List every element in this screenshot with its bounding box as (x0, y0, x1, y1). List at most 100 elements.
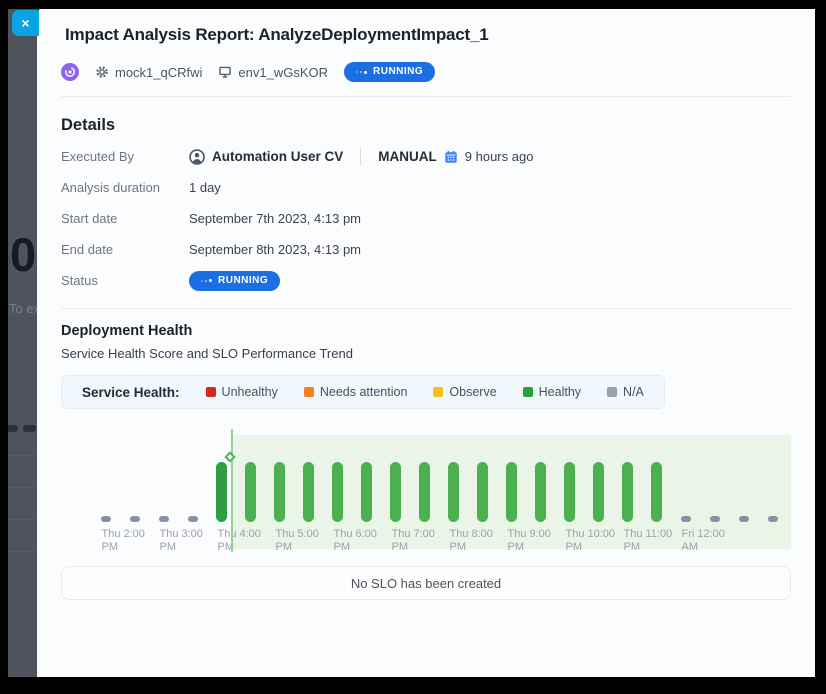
x-axis-label: Fri 12:00AM (682, 528, 725, 554)
impact-analysis-icon (61, 63, 79, 81)
deployment-health-heading: Deployment Health (61, 323, 791, 339)
dimmed-page-backdrop: 0 To expa (8, 9, 37, 677)
detail-label: Executed By (61, 149, 189, 164)
health-bar[interactable] (681, 516, 691, 522)
detail-row-executed-by: Executed By Automation User CV MANUAL 9 … (61, 141, 791, 172)
health-bar[interactable] (245, 462, 256, 522)
x-axis-label: Thu 9:00PM (508, 528, 551, 554)
background-count-text: 0 (10, 227, 35, 282)
slo-empty-state: No SLO has been created (61, 566, 791, 600)
environment-name: env1_wGsKOR (238, 65, 328, 80)
background-chart-stub (23, 425, 36, 432)
deployment-marker-line (231, 429, 233, 552)
status-badge-label: RUNNING (218, 276, 268, 286)
health-bar[interactable] (564, 462, 575, 522)
service-chip: mock1_qCRfwi (95, 65, 202, 80)
x-axis-label: Thu 7:00PM (392, 528, 435, 554)
x-axis-label: Thu 2:00PM (102, 528, 145, 554)
legend-swatch (523, 387, 533, 397)
health-bar[interactable] (448, 462, 459, 522)
trigger-mode: MANUAL (378, 149, 437, 164)
legend-swatch (304, 387, 314, 397)
detail-label: End date (61, 242, 189, 257)
x-axis-label: Thu 6:00PM (334, 528, 377, 554)
gear-icon (95, 65, 109, 79)
health-bar[interactable] (130, 516, 140, 522)
background-partial-text: To expa (9, 301, 37, 316)
health-bar[interactable] (710, 516, 720, 522)
executed-time-ago: 9 hours ago (465, 149, 534, 164)
legend-label: Needs attention (320, 385, 408, 399)
detail-row-duration: Analysis duration 1 day (61, 172, 791, 203)
health-bar[interactable] (419, 462, 430, 522)
health-bar[interactable] (535, 462, 546, 522)
health-bar[interactable] (361, 462, 372, 522)
x-axis-label: Thu 10:00PM (566, 528, 616, 554)
details-section: Details Executed By Automation User CV M… (37, 97, 815, 296)
health-chart: Thu 2:00PM Thu 3:00PM Thu 4:00PM Thu 5:00PM… (61, 420, 791, 558)
analysis-duration-value: 1 day (189, 180, 221, 195)
service-name: mock1_qCRfwi (115, 65, 202, 80)
health-bar[interactable] (651, 462, 662, 522)
x-axis-label: Thu 8:00PM (450, 528, 493, 554)
legend-item: N/A (607, 385, 644, 399)
health-bar[interactable] (159, 516, 169, 522)
legend-swatch (433, 387, 443, 397)
user-avatar-icon (189, 149, 205, 165)
x-axis-label: Thu 4:00PM (218, 528, 261, 554)
legend-swatch (607, 387, 617, 397)
report-meta-row: mock1_qCRfwi env1_wGsKOR RUNNING (61, 60, 787, 84)
vertical-divider (360, 148, 361, 166)
x-axis-label: Thu 11:00PM (624, 528, 673, 554)
service-health-legend: Service Health: UnhealthyNeeds attention… (61, 375, 665, 409)
detail-row-status: Status RUNNING (61, 265, 791, 296)
detail-label: Analysis duration (61, 180, 189, 195)
x-axis-label: Thu 5:00PM (276, 528, 319, 554)
health-bar[interactable] (390, 462, 401, 522)
legend-item: Unhealthy (206, 385, 278, 399)
health-bar[interactable] (622, 462, 633, 522)
chart-subtitle: Service Health Score and SLO Performance… (61, 346, 791, 361)
start-date-value: September 7th 2023, 4:13 pm (189, 211, 361, 226)
running-dots-icon (201, 279, 212, 282)
legend-swatch (206, 387, 216, 397)
health-bar[interactable] (216, 462, 227, 522)
health-bar[interactable] (274, 462, 285, 522)
background-row-divider (8, 519, 37, 520)
health-bar[interactable] (303, 462, 314, 522)
legend-label: N/A (623, 385, 644, 399)
background-row-divider (8, 487, 37, 488)
report-title: Impact Analysis Report: AnalyzeDeploymen… (37, 9, 815, 45)
status-badge-label: RUNNING (373, 67, 423, 77)
health-bar[interactable] (332, 462, 343, 522)
legend-label: Healthy (539, 385, 581, 399)
slo-empty-message: No SLO has been created (351, 576, 501, 591)
close-icon[interactable]: × (12, 10, 39, 36)
legend-item: Observe (433, 385, 496, 399)
health-bar[interactable] (768, 516, 778, 522)
legend-label: Unhealthy (222, 385, 278, 399)
impact-analysis-report-drawer: Impact Analysis Report: AnalyzeDeploymen… (37, 9, 815, 677)
detail-row-start-date: Start date September 7th 2023, 4:13 pm (61, 203, 791, 234)
calendar-icon (444, 150, 458, 164)
legend-label: Observe (449, 385, 496, 399)
background-row-divider (8, 551, 37, 552)
details-heading: Details (61, 116, 791, 135)
background-row-divider (8, 455, 37, 456)
detail-row-end-date: End date September 8th 2023, 4:13 pm (61, 234, 791, 265)
health-bar[interactable] (506, 462, 517, 522)
x-axis-label: Thu 3:00PM (160, 528, 203, 554)
health-bar[interactable] (593, 462, 604, 522)
deployment-health-section: Deployment Health Service Health Score a… (37, 309, 815, 600)
detail-label: Status (61, 273, 189, 288)
end-date-value: September 8th 2023, 4:13 pm (189, 242, 361, 257)
status-badge: RUNNING (189, 271, 280, 291)
health-bar[interactable] (739, 516, 749, 522)
health-bar[interactable] (188, 516, 198, 522)
background-chart-stub (8, 425, 18, 432)
executed-by-user: Automation User CV (212, 149, 343, 164)
health-bar[interactable] (101, 516, 111, 522)
health-bar[interactable] (477, 462, 488, 522)
detail-label: Start date (61, 211, 189, 226)
legend-item: Healthy (523, 385, 581, 399)
